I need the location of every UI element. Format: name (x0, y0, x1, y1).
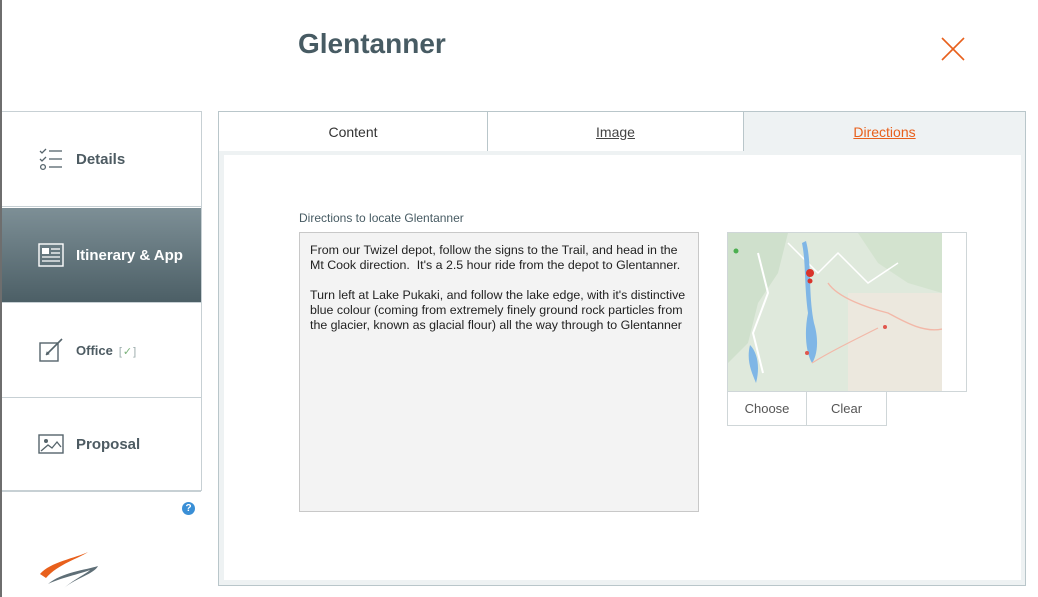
image-button-group: Choose Clear (727, 391, 887, 426)
directions-textarea[interactable]: From our Twizel depot, follow the signs … (299, 232, 699, 512)
document-icon (38, 243, 64, 267)
sidebar-item-label: Details (76, 150, 126, 168)
brand-logo (40, 552, 98, 588)
status-check: [✓] (119, 346, 137, 358)
sidebar-item-details[interactable]: Details (2, 112, 201, 207)
close-icon (941, 37, 965, 61)
choose-button[interactable]: Choose (727, 391, 807, 426)
edit-icon (39, 338, 63, 362)
help-icon[interactable]: ? (182, 502, 195, 515)
sidebar-item-label: Office [✓] (76, 343, 137, 358)
checklist-icon (39, 148, 62, 171)
check-close-bracket: ] (133, 345, 138, 358)
sidebar-item-office[interactable]: Office [✓] (2, 303, 201, 398)
close-button[interactable] (938, 34, 968, 64)
editor-panel: Content Image Directions Directions to l… (218, 111, 1026, 586)
map-image[interactable] (727, 232, 967, 392)
page-title: Glentanner (298, 28, 446, 59)
tab-directions[interactable]: Directions (744, 112, 1025, 151)
check-icon: ✓ (122, 345, 134, 358)
directions-content: Directions to locate Glentanner From our… (224, 155, 1021, 580)
tab-image[interactable]: Image (488, 112, 744, 151)
tab-content[interactable]: Content (219, 112, 488, 151)
map-thumbnail (728, 233, 942, 391)
sidebar-item-itinerary[interactable]: Itinerary & App (2, 208, 201, 303)
image-icon (38, 434, 64, 454)
sidebar: Details Itinerary & App Office [✓] Propos… (2, 111, 202, 492)
directions-label: Directions to locate Glentanner (299, 211, 464, 225)
office-label-text: Office (76, 342, 113, 358)
clear-button[interactable]: Clear (807, 391, 887, 426)
sidebar-item-label: Proposal (76, 435, 141, 453)
tab-bar: Content Image Directions (219, 112, 1025, 151)
sidebar-item-label: Itinerary & App (76, 246, 183, 264)
sidebar-item-proposal[interactable]: Proposal (2, 397, 201, 492)
